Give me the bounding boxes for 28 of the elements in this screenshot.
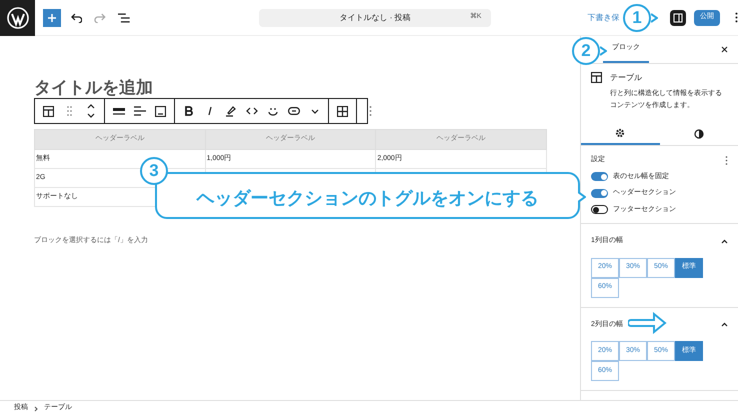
arrow-icon	[628, 312, 668, 334]
title-placeholder[interactable]: タイトルを追加	[34, 78, 580, 98]
close-icon[interactable]	[721, 46, 728, 53]
add-block-button[interactable]	[43, 8, 61, 26]
plus-icon	[46, 12, 57, 22]
options-icon[interactable]	[735, 12, 738, 23]
step-badge: 1	[623, 4, 651, 32]
list-view-icon[interactable]	[118, 12, 130, 22]
chevron-right-icon	[34, 406, 38, 412]
gear-icon	[615, 128, 626, 138]
pointer-icon	[600, 46, 607, 56]
chevron-up-icon[interactable]	[721, 238, 728, 244]
sidebar-icon	[673, 12, 684, 22]
command-bar-title: タイトルなし · 投稿	[340, 12, 411, 24]
save-draft-link[interactable]: 下書き保	[587, 12, 620, 24]
pointer-icon	[651, 13, 658, 23]
block-name: テーブル	[610, 72, 643, 84]
settings-toggle-button[interactable]	[670, 10, 686, 26]
step-badge: 2	[572, 37, 600, 65]
half-circle-icon	[694, 128, 704, 138]
undo-icon[interactable]	[70, 12, 82, 22]
options-icon[interactable]	[725, 156, 728, 165]
toggle-switch[interactable]	[591, 188, 608, 198]
toggle-switch[interactable]	[591, 205, 608, 214]
wordpress-logo[interactable]	[0, 0, 36, 36]
chevron-up-icon[interactable]	[721, 322, 728, 328]
table-icon	[591, 72, 602, 83]
toggle-switch[interactable]	[591, 172, 608, 182]
